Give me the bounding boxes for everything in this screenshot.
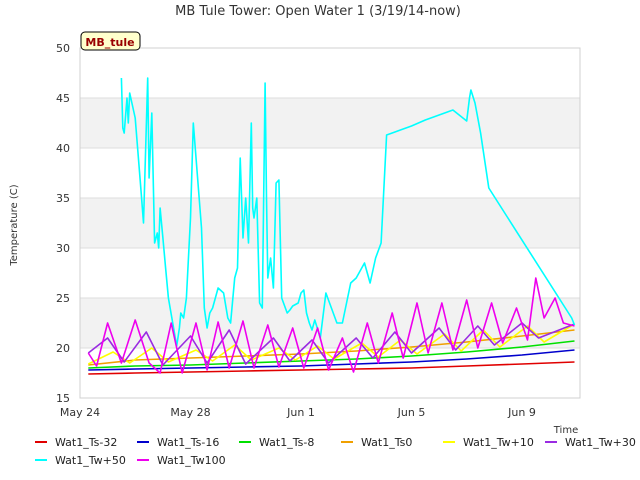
legend-label-wat1-ts-32: Wat1_Ts-32 [55, 436, 117, 449]
x-axis-ticks: May 24 May 28 Jun 1 Jun 5 Jun 9 [60, 406, 536, 419]
legend: Wat1_Ts-32 Wat1_Ts-16 Wat1_Ts-8 Wat1_Ts0 Wat… [35, 436, 636, 467]
y-axis-ticks: 15 20 25 30 35 40 45 50 [56, 42, 70, 405]
chart-title: MB Tule Tower: Open Water 1 (3/19/14-now… [175, 4, 461, 19]
y-tick-label: 25 [56, 292, 70, 305]
x-axis-label: Time [553, 425, 578, 436]
x-tick-label: Jun 5 [397, 406, 426, 419]
legend-label-wat1-ts0: Wat1_Ts0 [361, 436, 412, 449]
y-tick-label: 15 [56, 392, 70, 405]
x-tick-label: May 28 [170, 406, 210, 419]
y-axis-label: Temperature (C) [9, 184, 20, 266]
plot-background-bands [80, 98, 580, 348]
chart: MB Tule Tower: Open Water 1 (3/19/14-now… [9, 4, 636, 467]
x-tick-label: May 24 [60, 406, 100, 419]
x-tick-label: Jun 1 [286, 406, 315, 419]
legend-label-wat1-tw-30: Wat1_Tw+30 [565, 436, 636, 449]
y-tick-label: 30 [56, 242, 70, 255]
y-tick-label: 20 [56, 342, 70, 355]
y-tick-label: 45 [56, 92, 70, 105]
legend-label-wat1-tw-50: Wat1_Tw+50 [55, 454, 126, 467]
x-tick-label: Jun 9 [507, 406, 536, 419]
station-tag: MB_tule [80, 31, 141, 51]
y-tick-label: 35 [56, 192, 70, 205]
legend-label-wat1-ts-16: Wat1_Ts-16 [157, 436, 219, 449]
station-tag-label: MB_tule [85, 36, 134, 49]
band [80, 98, 580, 148]
legend-label-wat1-tw100: Wat1_Tw100 [157, 454, 226, 467]
legend-label-wat1-tw-10: Wat1_Tw+10 [463, 436, 534, 449]
y-tick-label: 40 [56, 142, 70, 155]
legend-label-wat1-ts-8: Wat1_Ts-8 [259, 436, 314, 449]
y-tick-label: 50 [56, 42, 70, 55]
